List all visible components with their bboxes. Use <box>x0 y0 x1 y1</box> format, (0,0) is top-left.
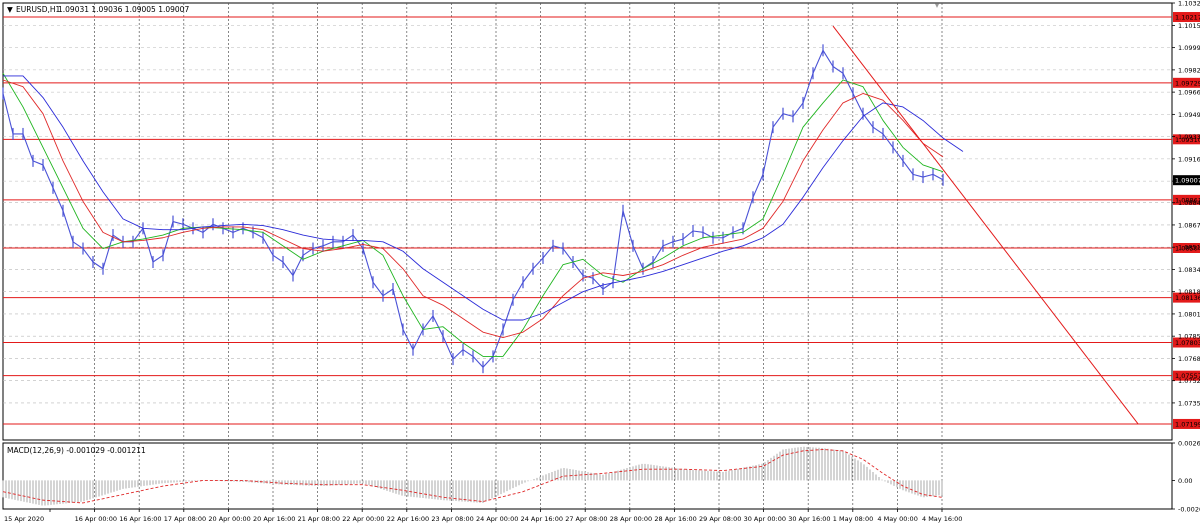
y-tick-label: 1.09825 <box>1178 66 1200 74</box>
x-tick-label: 4 May 00:00 <box>877 515 917 523</box>
y-tick-label: 1.07685 <box>1178 355 1200 363</box>
x-tick-label: 21 Apr 08:00 <box>298 515 340 523</box>
y-tick-label: 1.10155 <box>1178 22 1200 30</box>
scroll-marker-icon: ▾ <box>935 1 939 10</box>
y-tick-label: 1.08015 <box>1178 310 1200 318</box>
price-axis: 1.10321 1.10155 1.09990 1.09825 1.09660 1.094… <box>1172 0 1200 514</box>
macd-y-tick-label: 0.00 <box>1178 477 1192 485</box>
symbol-dropdown-icon[interactable]: ▼ <box>7 5 13 14</box>
grid <box>3 3 1172 509</box>
x-tick-label: 24 Apr 16:00 <box>521 515 563 523</box>
x-tick-label: 1 May 08:00 <box>833 515 873 523</box>
x-tick-label: 30 Apr 00:00 <box>744 515 786 523</box>
macd-y-tick-label: -0.00203 <box>1178 506 1200 514</box>
price-pane-frame <box>2 2 1173 441</box>
series-line-ma_mid <box>2 79 944 338</box>
chart-canvas[interactable]: 1.102171.097291.093101.088611.085041.081… <box>0 0 1200 527</box>
y-tick-label: 1.09660 <box>1178 89 1200 97</box>
time-axis: 15 Apr 2020 16 Apr 00:00 16 Apr 16:00 17 Ap… <box>4 509 962 523</box>
series-line-ma_slow <box>3 75 964 321</box>
x-tick-label: 27 Apr 08:00 <box>565 515 607 523</box>
level-price-label: 1.07199 <box>1175 420 1200 428</box>
x-tick-label: 22 Apr 00:00 <box>342 515 384 523</box>
level-price-label: 1.10217 <box>1175 14 1200 22</box>
y-tick-label: 1.08840 <box>1178 199 1200 207</box>
y-tick-label: 1.07520 <box>1178 377 1200 385</box>
macd-y-tick-label: 0.00266 <box>1178 440 1200 448</box>
y-tick-label: 1.09165 <box>1178 155 1200 163</box>
y-tick-label: 1.09990 <box>1178 44 1200 52</box>
level-price-label: 1.09729 <box>1175 79 1200 87</box>
trading-chart[interactable]: 1.10217 1.09729 1.09310 1.08861 1.08504 1.081… <box>0 0 1200 527</box>
series-line-price <box>2 49 944 368</box>
current-price-label: 1.09007 <box>1175 177 1200 185</box>
x-tick-label: 28 Apr 16:00 <box>654 515 696 523</box>
x-tick-label: 30 Apr 16:00 <box>788 515 830 523</box>
y-tick-label: 1.08510 <box>1178 244 1200 252</box>
y-tick-label: 1.07355 <box>1178 399 1200 407</box>
x-tick-label: 17 Apr 08:00 <box>164 515 206 523</box>
x-tick-label: 29 Apr 08:00 <box>699 515 741 523</box>
macd-label: MACD(12,26,9) -0.001029 -0.001211 <box>7 446 146 455</box>
trend-line <box>832 25 1139 425</box>
x-tick-label: 20 Apr 00:00 <box>208 515 250 523</box>
y-tick-label: 1.08345 <box>1178 266 1200 274</box>
y-tick-label: 1.08180 <box>1178 288 1200 296</box>
y-tick-label: 1.09330 <box>1178 133 1200 141</box>
x-tick-label: 20 Apr 16:00 <box>253 515 295 523</box>
x-tick-label: 16 Apr 00:00 <box>75 515 117 523</box>
y-tick-label: 1.08675 <box>1178 221 1200 229</box>
y-tick-label: 1.09495 <box>1178 111 1200 119</box>
macd-series <box>2 446 944 506</box>
y-tick-label: 1.07850 <box>1178 333 1200 341</box>
symbol-label: EURUSD,H1 <box>16 5 60 14</box>
x-tick-label: 22 Apr 16:00 <box>387 515 429 523</box>
x-tick-label: 4 May 16:00 <box>922 515 962 523</box>
macd-signal-line <box>2 449 944 504</box>
x-tick-label: 16 Apr 16:00 <box>119 515 161 523</box>
x-tick-label: 15 Apr 2020 <box>4 515 44 523</box>
x-tick-label: 24 Apr 00:00 <box>476 515 518 523</box>
x-tick-label: 28 Apr 00:00 <box>610 515 652 523</box>
y-tick-label: 1.10321 <box>1178 0 1200 8</box>
x-tick-label: 23 Apr 08:00 <box>431 515 473 523</box>
price-series <box>2 25 1139 425</box>
ohlc-values: 1.09031 1.09036 1.09005 1.09007 <box>58 5 189 14</box>
